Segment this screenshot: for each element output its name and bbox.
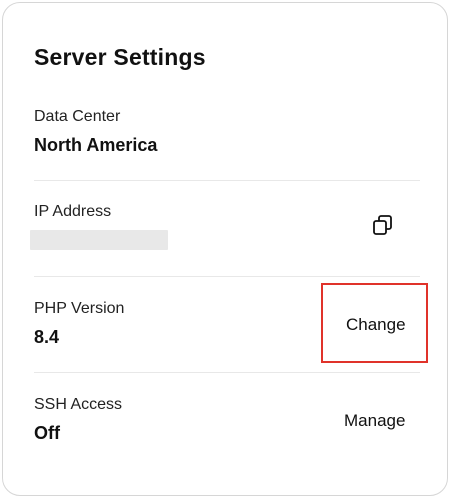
ssh-access-label: SSH Access: [34, 396, 123, 413]
ip-address-section: IP Address: [30, 203, 420, 263]
ssh-access-value: Off: [34, 423, 60, 443]
divider: [34, 372, 420, 373]
ip-address-label: IP Address: [34, 203, 112, 220]
divider: [34, 276, 420, 277]
copy-ip-button[interactable]: [370, 212, 396, 238]
data-center-section: Data Center North America: [34, 108, 420, 168]
ip-address-value-redacted: [30, 230, 168, 250]
divider: [34, 180, 420, 181]
manage-ssh-access-button[interactable]: Manage: [344, 411, 405, 431]
data-center-value: North America: [34, 135, 158, 155]
php-version-label: PHP Version: [34, 300, 125, 317]
copy-icon: [373, 215, 392, 235]
data-center-label: Data Center: [34, 108, 121, 125]
change-php-version-button[interactable]: Change: [346, 315, 406, 335]
server-settings-card: Server Settings Data Center North Americ…: [2, 2, 448, 496]
php-version-value: 8.4: [34, 327, 60, 347]
card-title: Server Settings: [34, 44, 206, 70]
